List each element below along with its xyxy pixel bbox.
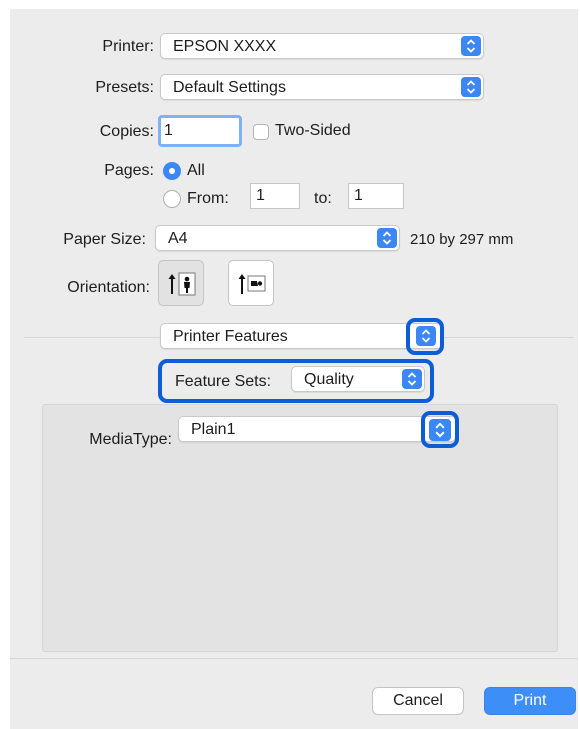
pages-all-radio[interactable] [163, 162, 181, 180]
orientation-landscape-button[interactable] [228, 260, 274, 306]
landscape-icon [237, 270, 267, 303]
printer-popup[interactable]: EPSON XXXX [160, 33, 484, 59]
presets-label: Presets: [95, 79, 154, 96]
presets-value: Default Settings [173, 79, 286, 96]
media-type-popup[interactable]: Plain1 [178, 416, 456, 442]
chevron-updown-icon [461, 36, 481, 56]
pages-from-field[interactable]: 1 [250, 183, 300, 209]
pages-from-radio[interactable] [163, 190, 181, 208]
panel-menu-value: Printer Features [173, 328, 288, 345]
panel-menu-highlight [406, 318, 444, 355]
orientation-portrait-button[interactable] [158, 260, 204, 306]
two-sided-checkbox[interactable] [253, 124, 269, 140]
panel-menu-popup[interactable]: Printer Features [160, 323, 442, 349]
chevron-updown-icon [402, 369, 422, 389]
paper-size-value: A4 [168, 230, 188, 247]
pages-to-value: 1 [354, 187, 363, 204]
pages-all-label: All [187, 162, 205, 179]
feature-sets-value: Quality [304, 371, 354, 388]
pages-to-field[interactable]: 1 [348, 183, 404, 209]
print-button[interactable]: Print [484, 687, 576, 715]
chevron-updown-icon [461, 77, 481, 97]
orientation-label: Orientation: [67, 279, 150, 296]
paper-size-label: Paper Size: [63, 231, 146, 248]
pages-label: Pages: [104, 162, 154, 179]
presets-popup[interactable]: Default Settings [160, 74, 484, 100]
two-sided-label: Two-Sided [275, 122, 351, 139]
printer-value: EPSON XXXX [173, 38, 277, 55]
paper-dimensions: 210 by 297 mm [410, 231, 514, 248]
print-dialog: Printer: EPSON XXXX Presets: Default Set… [10, 9, 578, 729]
chevron-updown-icon [377, 228, 397, 248]
pages-from-value: 1 [256, 187, 265, 204]
feature-sets-label: Feature Sets: [175, 373, 272, 390]
paper-size-popup[interactable]: A4 [155, 225, 400, 251]
copies-value: 1 [164, 122, 173, 139]
printer-label: Printer: [102, 38, 154, 55]
copies-field[interactable]: 1 [158, 115, 242, 147]
feature-sets-popup[interactable]: Quality [291, 366, 425, 392]
pages-to-label: to: [314, 190, 332, 207]
copies-label: Copies: [99, 123, 154, 140]
pages-from-label: From: [187, 190, 229, 207]
media-type-label: MediaType: [89, 431, 172, 448]
portrait-icon [167, 270, 197, 303]
chevron-updown-icon[interactable] [429, 419, 451, 441]
media-type-value: Plain1 [191, 421, 236, 438]
cancel-button[interactable]: Cancel [372, 687, 464, 715]
separator [10, 658, 578, 659]
